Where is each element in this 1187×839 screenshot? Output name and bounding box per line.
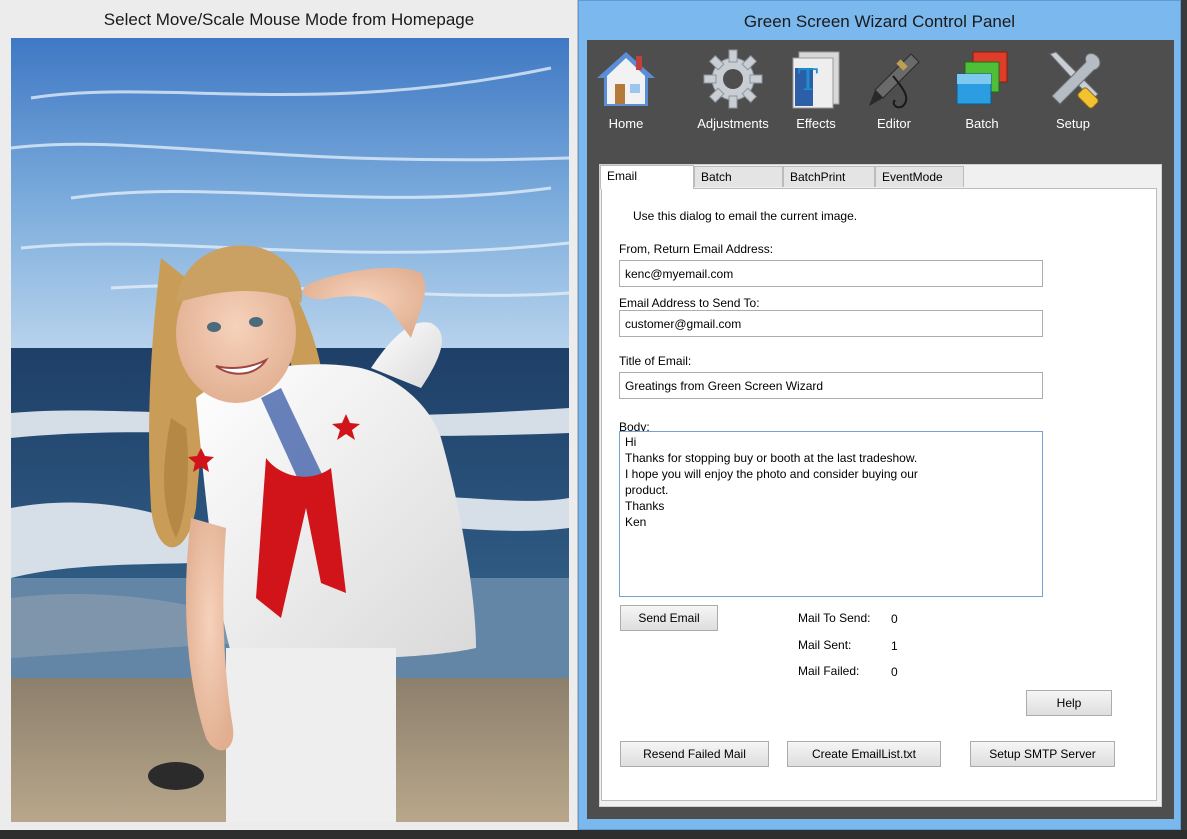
toolbar-setup-label: Setup [1056,116,1090,131]
toolbar-home-button[interactable]: Home [581,48,671,138]
airbrush-icon [869,53,920,109]
tools-icon [1049,51,1101,109]
mail-to-send-label: Mail To Send: [798,611,871,625]
gear-icon [703,49,763,109]
preview-pane: Select Move/Scale Mouse Mode from Homepa… [0,0,578,830]
house-icon [597,52,655,106]
svg-text:T: T [798,63,818,98]
resend-failed-mail-button[interactable]: Resend Failed Mail [620,741,769,767]
mail-failed-label: Mail Failed: [798,664,860,678]
help-button[interactable]: Help [1026,690,1112,716]
toolbar-batch-label: Batch [965,116,999,131]
layers-icon [956,51,1008,105]
to-address-label: Email Address to Send To: [619,296,760,310]
toolbar-adjustments-label: Adjustments [697,116,769,131]
setup-smtp-server-button[interactable]: Setup SMTP Server [970,741,1115,767]
effects-icon: T [792,51,840,109]
email-tab-panel: Use this dialog to email the current ima… [601,188,1157,801]
mail-sent-label: Mail Sent: [798,638,852,652]
preview-title: Select Move/Scale Mouse Mode from Homepa… [103,10,475,29]
send-email-button[interactable]: Send Email [620,605,718,631]
tab-email[interactable]: Email [600,165,694,189]
toolbar-home-label: Home [608,116,644,131]
main-toolbar: Home Adjustments T Effects Editor Batch … [587,40,1174,140]
email-intro-text: Use this dialog to email the current ima… [633,209,858,223]
email-title-input[interactable] [619,372,1043,399]
control-panel-title: Green Screen Wizard Control Panel [743,12,1016,31]
tab-batchprint[interactable]: BatchPrint [783,166,875,187]
preview-photo[interactable] [11,38,569,822]
to-address-input[interactable] [619,310,1043,337]
create-email-list-button[interactable]: Create EmailList.txt [787,741,941,767]
bottom-edge [0,830,1187,839]
toolbar-batch-button[interactable]: Batch [937,48,1027,138]
from-address-input[interactable] [619,260,1043,287]
mail-to-send-value: 0 [891,612,898,626]
toolbar-adjustments-button[interactable]: Adjustments [688,48,778,138]
control-panel: Green Screen Wizard Control Panel Home A… [578,0,1181,830]
tab-eventmode[interactable]: EventMode [875,166,964,187]
tab-batch[interactable]: Batch [694,166,783,187]
email-title-label: Title of Email: [619,354,692,368]
mail-sent-value: 1 [891,639,898,653]
toolbar-effects-label: Effects [796,116,836,131]
toolbar-effects-button[interactable]: T Effects [771,48,861,138]
toolbar-setup-button[interactable]: Setup [1028,48,1118,138]
mail-failed-value: 0 [891,665,898,679]
from-address-label: From, Return Email Address: [619,242,774,256]
email-dialog: Email Batch BatchPrint EventMode Use thi… [599,164,1162,807]
toolbar-editor-label: Editor [877,116,911,131]
control-panel-body: Home Adjustments T Effects Editor Batch … [587,40,1174,819]
toolbar-editor-button[interactable]: Editor [849,48,939,138]
email-body-textarea[interactable]: Hi Thanks for stopping buy or booth at t… [619,431,1043,597]
